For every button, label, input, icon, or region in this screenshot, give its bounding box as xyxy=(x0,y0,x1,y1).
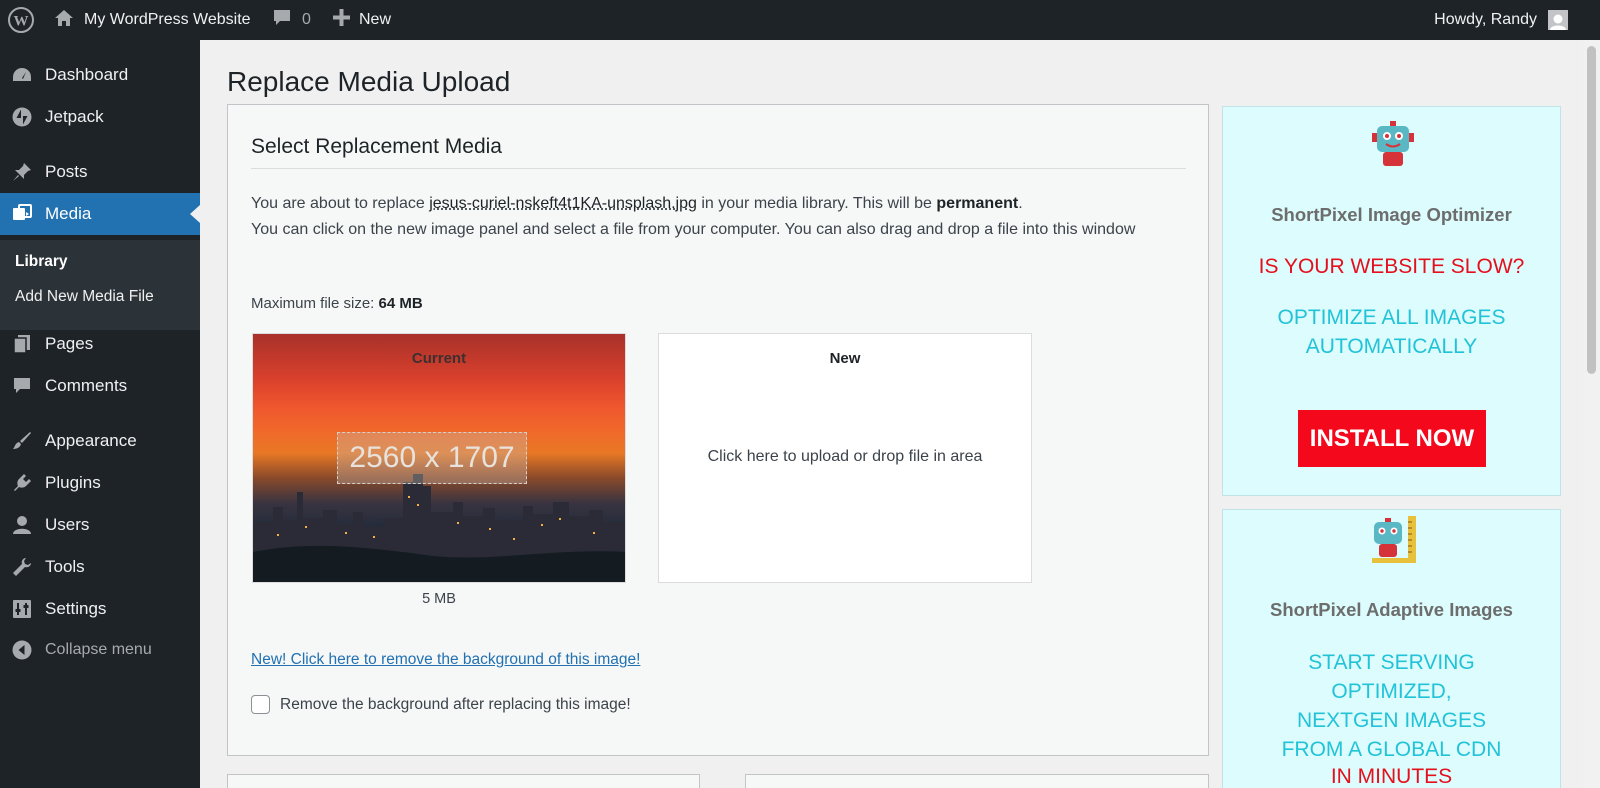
remove-background-checkbox[interactable] xyxy=(251,695,270,714)
ad-line: FROM A GLOBAL CDN xyxy=(1281,738,1502,761)
my-account-link[interactable]: Howdy, Randy xyxy=(1434,0,1568,40)
intro-prefix: You are about to replace xyxy=(251,195,430,212)
remove-background-link[interactable]: New! Click here to remove the background… xyxy=(251,651,640,669)
ad-headline: IS YOUR WEBSITE SLOW? xyxy=(1258,255,1525,278)
sidebar-item-dashboard[interactable]: Dashboard xyxy=(0,54,200,96)
new-content-link[interactable]: New xyxy=(333,0,391,40)
submenu-item-library[interactable]: Library xyxy=(15,253,68,271)
shortpixel-adaptive-images-ad[interactable]: ShortPixel Adaptive Images START SERVING… xyxy=(1222,509,1561,788)
sidebar-item-appearance[interactable]: Appearance xyxy=(0,420,200,462)
intro-end: . xyxy=(1018,195,1023,212)
submenu-item-add-new-media-file[interactable]: Add New Media File xyxy=(15,288,154,306)
wrench-icon xyxy=(11,556,33,578)
sidebar-item-label: Jetpack xyxy=(45,107,104,126)
remove-background-option[interactable]: Remove the background after replacing th… xyxy=(251,695,631,714)
replace-warning-text: You are about to replace jesus-curiel-ns… xyxy=(251,191,1186,217)
media-icon xyxy=(11,203,33,225)
sidebar-item-label: Appearance xyxy=(45,431,137,450)
ad-title: ShortPixel Adaptive Images xyxy=(1270,599,1513,620)
site-name: My WordPress Website xyxy=(84,11,251,28)
filename: jesus-curiel-nskeft4t1KA-unsplash.jpg xyxy=(429,195,697,212)
site-name-link[interactable]: My WordPress Website xyxy=(54,0,251,40)
max-file-size: Maximum file size: 64 MB xyxy=(251,291,1186,317)
robot-mascot-icon xyxy=(1372,121,1414,166)
sidebar-item-label: Pages xyxy=(45,334,94,353)
replace-media-box: Select Replacement Media You are about t… xyxy=(227,104,1209,756)
current-image-panel: Current 2560 x 1707 xyxy=(252,333,626,583)
sidebar-item-pages[interactable]: Pages xyxy=(0,323,200,365)
permanent-text: permanent xyxy=(936,195,1019,212)
pin-icon xyxy=(11,161,33,183)
plus-icon xyxy=(333,9,350,31)
user-icon xyxy=(11,514,33,536)
sidebar-item-posts[interactable]: Posts xyxy=(0,151,200,193)
avatar xyxy=(1548,10,1568,30)
sidebar-item-label: Comments xyxy=(45,376,128,395)
shortpixel-optimizer-ad[interactable]: ShortPixel Image Optimizer IS YOUR WEBSI… xyxy=(1222,106,1561,496)
collapse-menu-button[interactable]: Collapse menu xyxy=(0,629,200,671)
jetpack-icon xyxy=(11,106,33,128)
pages-icon xyxy=(11,333,33,355)
current-label: Current xyxy=(411,350,467,367)
sidebar-item-label: Posts xyxy=(45,162,88,181)
new-image-dropzone[interactable]: New Click here to upload or drop file in… xyxy=(658,333,1032,583)
admin-sidebar: Dashboard Jetpack Posts Media Library Ad… xyxy=(0,40,200,788)
sidebar-item-label: Users xyxy=(45,515,90,534)
new-label: New xyxy=(829,350,861,367)
svg-text:W: W xyxy=(14,14,29,30)
ad-line: NEXTGEN IMAGES xyxy=(1296,709,1487,732)
sidebar-item-label: Media xyxy=(45,204,92,223)
home-icon xyxy=(54,9,74,32)
comment-icon xyxy=(11,375,33,397)
dropzone-text: Click here to upload or drop file in are… xyxy=(707,448,983,465)
admin-bar: W My WordPress Website 0 New Howdy, Rand… xyxy=(0,0,1600,40)
comment-bubble-icon xyxy=(272,9,292,32)
plugin-icon xyxy=(11,472,33,494)
ad-line: AUTOMATICALLY xyxy=(1305,335,1478,358)
secondary-box-right xyxy=(745,774,1209,788)
sidebar-item-label: Dashboard xyxy=(45,65,129,84)
comments-link[interactable]: 0 xyxy=(272,0,311,40)
new-label: New xyxy=(359,11,392,28)
settings-icon xyxy=(11,598,33,620)
media-submenu: Library Add New Media File xyxy=(0,240,200,330)
max-size-label: Maximum file size: xyxy=(251,295,379,312)
dashboard-icon xyxy=(11,64,33,86)
sidebar-item-users[interactable]: Users xyxy=(0,504,200,546)
remove-background-label: Remove the background after replacing th… xyxy=(280,695,631,713)
howdy-text: Howdy, Randy xyxy=(1434,11,1537,28)
robot-ruler-mascot-icon xyxy=(1372,516,1416,563)
sidebar-item-label: Plugins xyxy=(45,473,101,492)
intro-middle: in your media library. This will be xyxy=(696,195,937,212)
collapse-arrow-icon xyxy=(11,639,33,661)
sidebar-item-media[interactable]: Media xyxy=(0,193,200,235)
scrollbar-thumb[interactable] xyxy=(1587,46,1596,374)
page-scrollbar[interactable] xyxy=(1583,40,1600,788)
sidebar-item-comments[interactable]: Comments xyxy=(0,365,200,407)
sidebar-item-settings[interactable]: Settings xyxy=(0,588,200,630)
sidebar-item-tools[interactable]: Tools xyxy=(0,546,200,588)
instructions-text: You can click on the new image panel and… xyxy=(251,221,1136,238)
sidebar-item-plugins[interactable]: Plugins xyxy=(0,462,200,504)
ad-line: OPTIMIZED, xyxy=(1331,680,1452,703)
sidebar-item-jetpack[interactable]: Jetpack xyxy=(0,96,200,138)
secondary-box-left xyxy=(227,774,700,788)
section-title: Select Replacement Media xyxy=(251,135,502,158)
comments-count: 0 xyxy=(302,11,311,28)
page-title: Replace Media Upload xyxy=(227,66,511,97)
max-size-value: 64 MB xyxy=(378,295,423,312)
install-now-button[interactable]: INSTALL NOW xyxy=(1298,410,1486,467)
sidebar-item-label: Tools xyxy=(45,557,85,576)
brush-icon xyxy=(11,430,33,452)
divider xyxy=(251,168,1186,169)
current-file-size: 5 MB xyxy=(422,591,456,607)
ad-title: ShortPixel Image Optimizer xyxy=(1271,204,1512,225)
collapse-menu-label: Collapse menu xyxy=(45,641,152,658)
sidebar-item-label: Settings xyxy=(45,599,107,618)
image-dimensions: 2560 x 1707 xyxy=(337,432,527,484)
ad-line: START SERVING xyxy=(1308,651,1475,674)
wordpress-logo-icon[interactable]: W xyxy=(8,0,34,40)
ad-red-line: IN MINUTES xyxy=(1330,765,1453,788)
ad-line: OPTIMIZE ALL IMAGES xyxy=(1277,306,1506,329)
